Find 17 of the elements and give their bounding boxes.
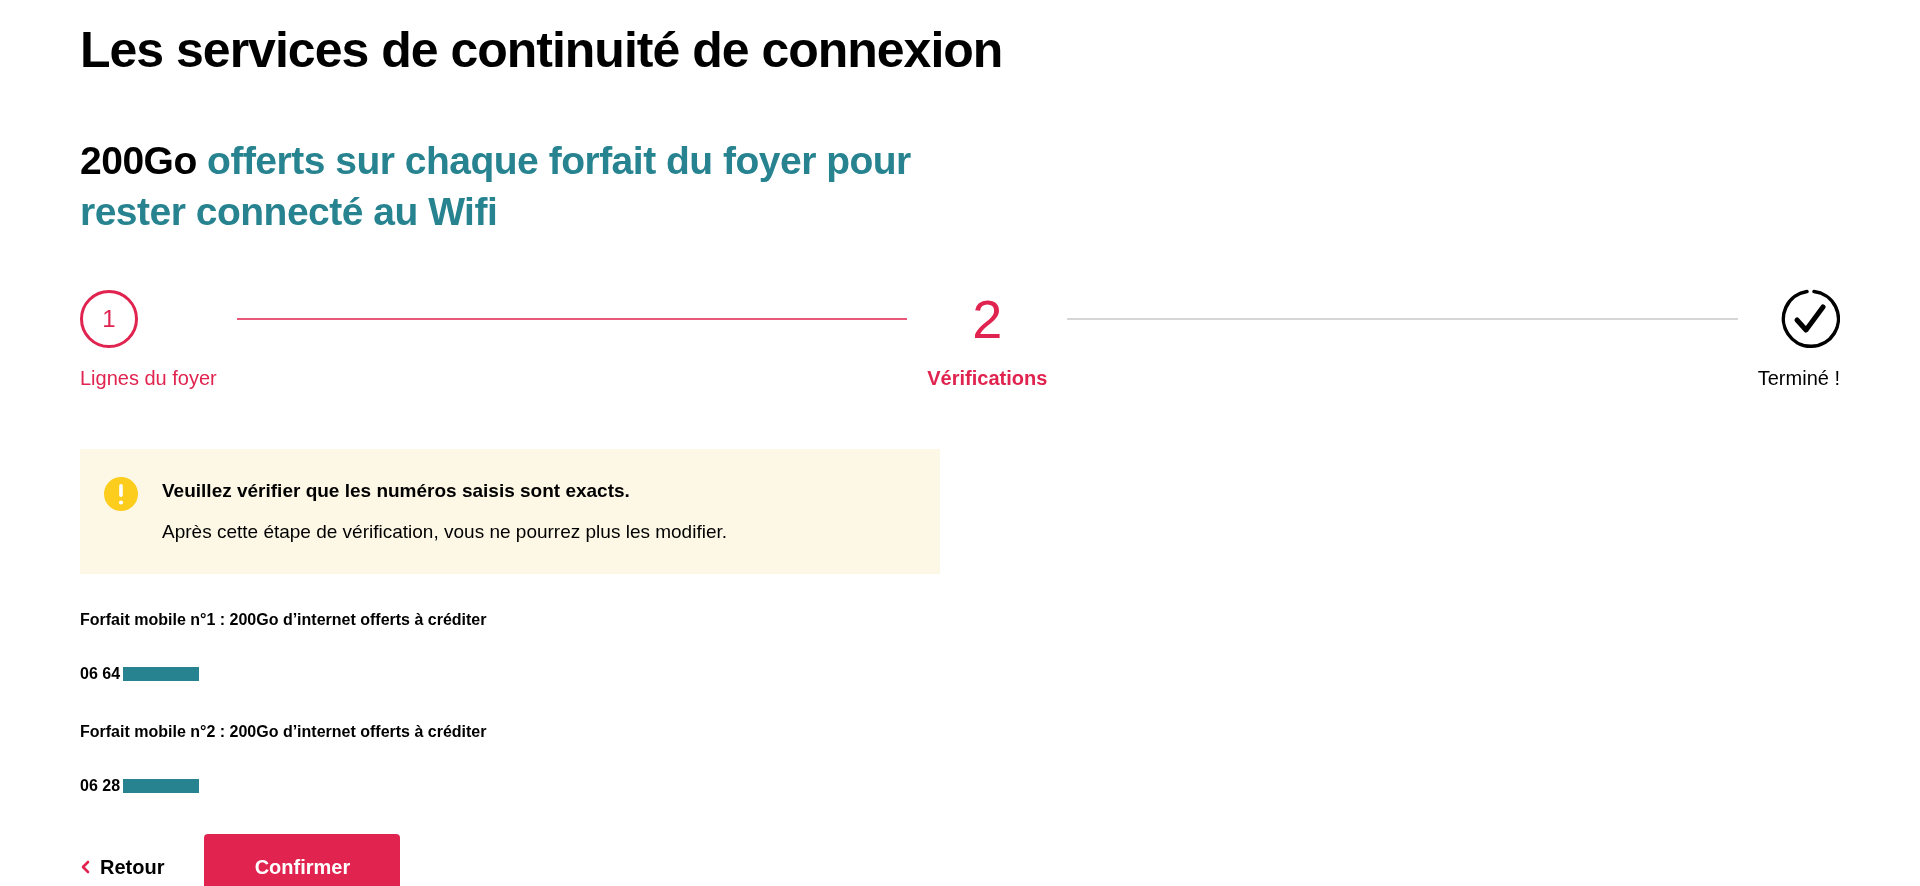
step-label: Lignes du foyer: [80, 366, 217, 392]
phone-number: 06 64: [80, 664, 121, 685]
warning-icon: [104, 477, 138, 512]
step-label: Vérifications: [927, 366, 1048, 392]
confirm-button[interactable]: Confirmer: [204, 834, 401, 886]
phone-number: 06 28: [80, 776, 121, 797]
chevron-left-icon: [80, 860, 90, 875]
line-label: Forfait mobile n°2 : 200Go d’internet offerts à créditer: [80, 722, 488, 743]
step-label: Terminé !: [1757, 366, 1840, 392]
alert-title: Veuillez vérifier que les numéros saisis sont exacts.: [162, 479, 631, 504]
line-label: Forfait mobile n°1 : 200Go d’internet offerts à créditer: [80, 610, 488, 631]
alert-text: Après cette étape de vérification, vous ne pourrez plus les modifier.: [162, 519, 728, 544]
subtitle: 200Go offerts sur chaque forfait du foyer pour rester connecté au Wifi: [80, 138, 912, 235]
page-title: Les services de continuité de connexion: [80, 21, 1004, 80]
step-number: 1: [80, 290, 138, 349]
back-link[interactable]: Retour: [80, 852, 165, 883]
step-number: 2: [972, 292, 1003, 347]
